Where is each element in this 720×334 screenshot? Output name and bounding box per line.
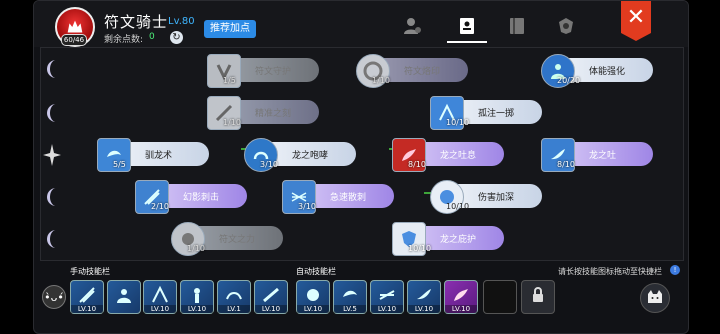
skill-node[interactable]: 伤害加深 10/10	[430, 180, 542, 214]
skill-tree: 符文守护 1/5 符文烙印 1/10 体能强化 20/20 精准之刻 1/10 …	[40, 47, 684, 261]
remaining-points-label: 剩余点数:	[104, 35, 144, 45]
skill-icon	[379, 290, 395, 300]
tab-character-icon[interactable]	[401, 15, 423, 37]
empty-skill-slot[interactable]	[483, 280, 517, 314]
skill-icon	[194, 288, 200, 303]
manual-skill-slot[interactable]: LV.10	[180, 280, 214, 314]
skill-icon	[307, 289, 319, 301]
skill-icon	[152, 285, 168, 303]
auto-skill-slot[interactable]: LV.10	[370, 280, 404, 314]
recommend-points-button[interactable]: 推荐加点	[204, 20, 256, 38]
skill-node[interactable]: 龙之吐 8/10	[541, 138, 653, 172]
skill-icon	[263, 287, 279, 303]
pet-cat-icon[interactable]	[640, 283, 670, 313]
manual-skill-slot[interactable]: LV.10	[143, 280, 177, 314]
emblem-badge: 60/46	[61, 34, 87, 46]
emote-face-icon[interactable]: •̀ᴗ•́	[42, 285, 66, 309]
skill-node[interactable]: 符文之力 1/10	[171, 222, 283, 256]
skill-icon	[79, 287, 95, 303]
skill-icon	[343, 290, 357, 297]
tab-journal-icon[interactable]	[506, 15, 528, 37]
row-marker-icon	[47, 188, 56, 206]
skill-node[interactable]: 幻影刺击 2/10	[135, 180, 247, 214]
remaining-points-value: 0	[149, 32, 155, 42]
lock-icon	[533, 287, 543, 302]
skill-node[interactable]: 龙之庇护 10/10	[392, 222, 504, 256]
manual-skill-slot[interactable]: LV.1	[217, 280, 251, 314]
skill-bars: 手动技能栏 自动技能栏 请长按技能图标拖动至快捷栏 ! •̀ᴗ•́ LV.10 …	[34, 259, 688, 333]
skill-icon	[417, 289, 431, 300]
header: 60/46 符文骑士 Lv.80 剩余点数: 0 ↻ 推荐加点 ✕	[34, 1, 688, 47]
skill-node[interactable]: 龙之吐息 8/10	[392, 138, 504, 172]
skill-panel: 60/46 符文骑士 Lv.80 剩余点数: 0 ↻ 推荐加点 ✕ 符文守护 1…	[33, 0, 689, 334]
manual-bar-label: 手动技能栏	[70, 267, 110, 276]
row-marker-icon	[47, 104, 56, 122]
skill-icon	[117, 289, 131, 303]
auto-bar-label: 自动技能栏	[296, 267, 336, 276]
manual-skill-slot[interactable]: LV.10	[254, 280, 288, 314]
skill-node[interactable]: 精准之刻 1/10	[207, 96, 319, 130]
row-marker-icon	[47, 230, 56, 248]
tab-emblem-icon[interactable]	[555, 15, 577, 37]
manual-skill-slot[interactable]	[107, 280, 141, 314]
info-icon[interactable]: !	[670, 265, 680, 275]
skill-node[interactable]: 龙之咆哮 3/10	[244, 138, 356, 172]
skill-node[interactable]: 急速散刺 3/10	[282, 180, 394, 214]
drag-hint: 请长按技能图标拖动至快捷栏	[558, 267, 662, 276]
skill-node[interactable]: 符文守护 1/5	[207, 54, 319, 88]
auto-skill-slot[interactable]: LV.10	[296, 280, 330, 314]
skill-node[interactable]: 体能强化 20/20	[541, 54, 653, 88]
active-tab-indicator	[447, 41, 487, 43]
skill-node[interactable]: 驯龙术 5/5	[97, 138, 209, 172]
auto-skill-slot[interactable]: LV.10	[407, 280, 441, 314]
close-button[interactable]: ✕	[621, 1, 651, 41]
skill-node[interactable]: 符文烙印 1/10	[356, 54, 468, 88]
auto-skill-slot[interactable]: LV.10	[444, 280, 478, 314]
manual-skill-slot[interactable]: LV.10	[70, 280, 104, 314]
tab-skill-book-icon[interactable]	[456, 15, 478, 37]
skill-node[interactable]: 孤注一掷 10/10	[430, 96, 542, 130]
row-marker-star-icon	[43, 144, 61, 166]
skill-icon	[226, 292, 242, 300]
row-marker-icon	[47, 60, 56, 78]
class-level: Lv.80	[168, 16, 195, 27]
class-title: 符文骑士	[104, 13, 169, 31]
reset-points-button[interactable]: ↻	[170, 31, 183, 44]
close-icon: ✕	[626, 5, 646, 30]
auto-skill-slot[interactable]: LV.5	[333, 280, 367, 314]
skill-icon	[454, 289, 468, 301]
locked-skill-slot[interactable]	[521, 280, 555, 314]
